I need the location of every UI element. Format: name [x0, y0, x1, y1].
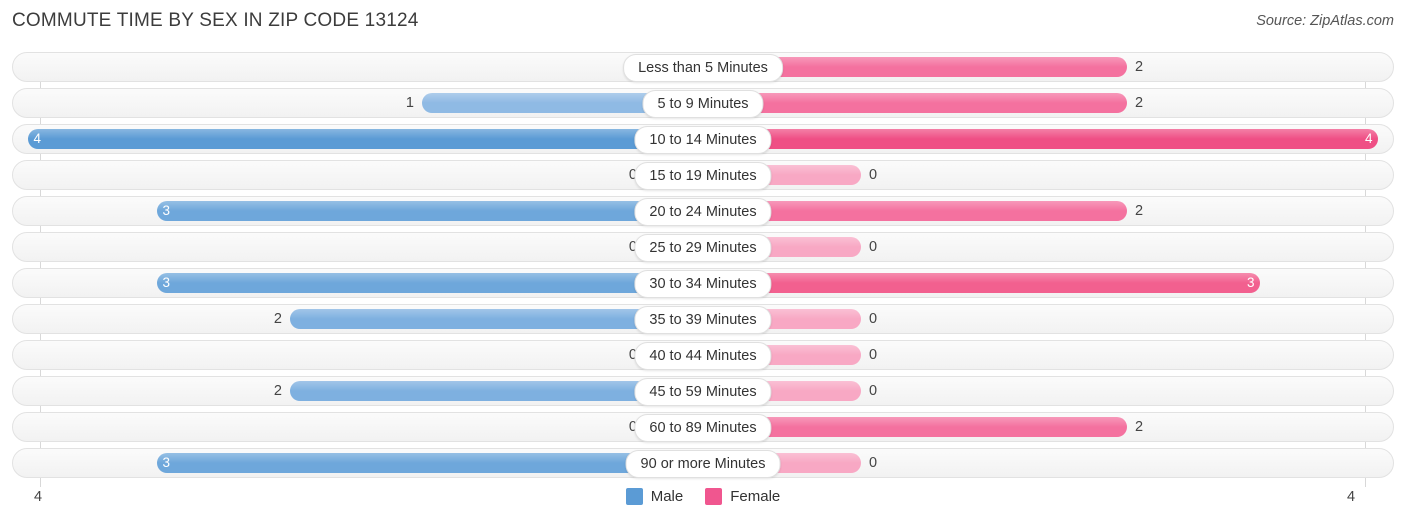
table-row[interactable]: 1 2 5 to 9 Minutes [12, 88, 1394, 118]
category-label: 60 to 89 Minutes [634, 414, 772, 442]
legend-item-female[interactable]: Female [705, 488, 780, 505]
male-value-label: 0 [628, 167, 637, 183]
male-bar[interactable] [157, 273, 703, 293]
male-bar-gloss [157, 201, 703, 211]
female-bar[interactable] [703, 129, 1378, 149]
female-value-label: 0 [869, 347, 878, 363]
table-row[interactable]: 4 4 10 to 14 Minutes [12, 124, 1394, 154]
male-bar[interactable] [28, 129, 703, 149]
female-bar-gloss [703, 273, 1260, 283]
female-value-label: 2 [1135, 203, 1144, 219]
page-title: COMMUTE TIME BY SEX IN ZIP CODE 13124 [12, 10, 419, 31]
table-row[interactable]: 3 0 90 or more Minutes [12, 448, 1394, 478]
female-value-label: 0 [869, 383, 878, 399]
male-value-label: 3 [162, 275, 170, 290]
table-row[interactable]: 0 0 40 to 44 Minutes [12, 340, 1394, 370]
legend-label-male: Male [650, 488, 684, 505]
table-row[interactable]: 0 0 25 to 29 Minutes [12, 232, 1394, 262]
male-value-label: 3 [162, 455, 170, 470]
legend-label-female: Female [730, 488, 781, 505]
female-value-label: 3 [1247, 275, 1255, 290]
table-row[interactable]: 02Less than 5 Minutes [12, 52, 1394, 82]
table-row[interactable]: 3 3 30 to 34 Minutes [12, 268, 1394, 298]
legend-swatch-female-icon [705, 488, 723, 505]
male-bar-gloss [157, 453, 703, 463]
table-row[interactable]: 0 0 15 to 19 Minutes [12, 160, 1394, 190]
legend: Male Female [0, 488, 1406, 505]
female-bar[interactable] [703, 273, 1260, 293]
female-value-label: 4 [1365, 131, 1373, 146]
category-label: 35 to 39 Minutes [634, 306, 772, 334]
female-value-label: 2 [1135, 59, 1144, 75]
table-row[interactable]: 0 2 60 to 89 Minutes [12, 412, 1394, 442]
table-row[interactable]: 3 2 20 to 24 Minutes [12, 196, 1394, 226]
male-value-label: 1 [405, 95, 414, 111]
male-bar[interactable] [157, 453, 703, 473]
plot-area: 0 2 Less than 5 Minutes 1 2 5 to 9 Minutes 4 4 1… [12, 52, 1394, 487]
category-label: 90 or more Minutes [625, 450, 781, 478]
category-label: 20 to 24 Minutes [634, 198, 772, 226]
table-row[interactable]: 2 0 35 to 39 Minutes [12, 304, 1394, 334]
male-bar[interactable] [157, 201, 703, 221]
female-value-label: 0 [869, 455, 878, 471]
legend-item-male[interactable]: Male [625, 488, 684, 505]
category-label: 40 to 44 Minutes [634, 342, 772, 370]
male-bar-gloss [28, 129, 703, 139]
female-value-label: 0 [869, 167, 878, 183]
category-label: 10 to 14 Minutes [634, 126, 772, 154]
commute-time-chart: COMMUTE TIME BY SEX IN ZIP CODE 13124 So… [0, 0, 1406, 523]
female-value-label: 2 [1135, 419, 1144, 435]
category-label: Less than 5 Minutes [623, 54, 783, 82]
category-label: 5 to 9 Minutes [642, 90, 764, 118]
female-value-label: 0 [869, 239, 878, 255]
source-attribution: Source: ZipAtlas.com [1256, 13, 1394, 29]
male-value-label: 3 [162, 203, 170, 218]
female-value-label: 0 [869, 311, 878, 327]
female-bar-gloss [703, 129, 1378, 139]
male-bar-gloss [157, 273, 703, 283]
male-value-label: 4 [33, 131, 41, 146]
category-label: 25 to 29 Minutes [634, 234, 772, 262]
legend-swatch-male-icon [625, 488, 643, 505]
table-row[interactable]: 2 0 45 to 59 Minutes [12, 376, 1394, 406]
female-bar-gloss [703, 93, 1127, 103]
male-value-label: 0 [628, 239, 637, 255]
male-value-label: 0 [628, 347, 637, 363]
category-label: 30 to 34 Minutes [634, 270, 772, 298]
male-value-label: 2 [273, 383, 282, 399]
category-label: 15 to 19 Minutes [634, 162, 772, 190]
male-value-label: 2 [273, 311, 282, 327]
male-value-label: 0 [628, 419, 637, 435]
female-bar[interactable] [703, 93, 1127, 113]
female-value-label: 2 [1135, 95, 1144, 111]
category-label: 45 to 59 Minutes [634, 378, 772, 406]
